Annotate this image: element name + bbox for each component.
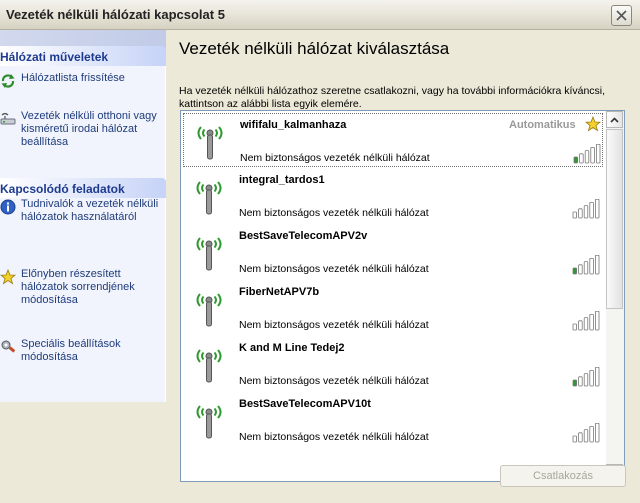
- refresh-icon: [1, 74, 15, 88]
- task-pane: Hálózati műveletek Hálózatlista frissíté…: [0, 30, 166, 402]
- network-item[interactable]: wififalu_kalmanhaza Nem biztonságos vezet…: [183, 113, 603, 167]
- main-content: Vezeték nélküli hálózat kiválasztása Ha …: [166, 30, 640, 503]
- task-group-related: Kapcsolódó feladatok Tudnivalók a vezeté…: [0, 178, 166, 402]
- network-item[interactable]: integral_tardos1 Nem biztonságos vezeték …: [183, 169, 603, 223]
- close-icon: [616, 10, 627, 21]
- task-group-network: Hálózati műveletek Hálózatlista frissíté…: [0, 46, 166, 182]
- vertical-scrollbar[interactable]: [606, 111, 624, 481]
- group-title-related-tasks: Kapcsolódó feladatok: [0, 178, 166, 198]
- close-button[interactable]: [611, 5, 632, 26]
- network-name: K and M Line Tedej2: [239, 342, 345, 354]
- chevron-up-icon: [610, 116, 619, 123]
- settings-icon: [1, 340, 16, 353]
- network-item[interactable]: K and M Line Tedej2 Nem biztonságos vezet…: [183, 337, 603, 391]
- signal-strength-icon: [572, 255, 600, 275]
- signal-strength-icon: [572, 199, 600, 219]
- network-name: BestSaveTelecomAPV2v: [239, 230, 368, 242]
- signal-strength-icon: [573, 144, 601, 164]
- network-list-items: wififalu_kalmanhaza Nem biztonságos vezet…: [181, 111, 605, 481]
- task-label: Vezeték nélküli otthoni vagy kisméretű i…: [21, 110, 157, 148]
- network-name: wififalu_kalmanhaza: [240, 119, 347, 131]
- wireless-network-icon: [196, 405, 222, 439]
- info-icon: [0, 199, 16, 215]
- task-label: Speciális beállítások módosítása: [21, 338, 121, 363]
- signal-strength-icon: [572, 311, 600, 331]
- network-name: BestSaveTelecomAPV10t: [239, 398, 371, 410]
- title-bar[interactable]: Vezeték nélküli hálózati kapcsolat 5: [0, 0, 640, 30]
- wireless-network-icon: [196, 237, 222, 271]
- network-security-status: Nem biztonságos vezeték nélküli hálózat: [239, 431, 429, 443]
- network-item[interactable]: BestSaveTelecomAPV2v Nem biztonságos veze…: [183, 225, 603, 279]
- automatic-badge: Automatikus: [509, 119, 576, 131]
- network-security-status: Nem biztonságos vezeték nélküli hálózat: [240, 152, 430, 164]
- network-item[interactable]: BestSaveTelecomAPV10t Nem biztonságos vez…: [183, 393, 603, 447]
- preferred-star-icon: [585, 116, 601, 132]
- network-security-status: Nem biztonságos vezeték nélküli hálózat: [239, 319, 429, 331]
- wireless-setup-icon: [0, 112, 16, 125]
- instructions-text: Ha vezeték nélküli hálózathoz szeretne c…: [179, 85, 606, 110]
- connect-button[interactable]: Csatlakozás: [500, 465, 626, 487]
- scroll-thumb[interactable]: [606, 129, 623, 309]
- task-label: Hálózatlista frissítése: [21, 72, 125, 84]
- wireless-network-icon: [196, 293, 222, 327]
- network-security-status: Nem biztonságos vezeték nélküli hálózat: [239, 263, 429, 275]
- wireless-network-icon: [196, 181, 222, 215]
- network-item[interactable]: FiberNetAPV7b Nem biztonságos vezeték nél…: [183, 281, 603, 335]
- scroll-up-button[interactable]: [606, 111, 623, 128]
- network-security-status: Nem biztonságos vezeték nélküli hálózat: [239, 207, 429, 219]
- task-pane-footer: [0, 402, 166, 503]
- signal-strength-icon: [572, 367, 600, 387]
- window-title: Vezeték nélküli hálózati kapcsolat 5: [6, 7, 225, 22]
- signal-strength-icon: [572, 423, 600, 443]
- wireless-network-icon: [197, 126, 223, 160]
- task-label: Előnyben részesített hálózatok sorrendjé…: [21, 268, 135, 306]
- network-name: integral_tardos1: [239, 174, 325, 186]
- network-list[interactable]: wififalu_kalmanhaza Nem biztonságos vezet…: [180, 110, 625, 482]
- task-label: Tudnivalók a vezeték nélküli hálózatok h…: [21, 198, 159, 223]
- network-name: FiberNetAPV7b: [239, 286, 320, 298]
- star-icon: [0, 269, 16, 285]
- wireless-network-icon: [196, 349, 222, 383]
- group-title-network-tasks: Hálózati műveletek: [0, 46, 166, 66]
- page-title: Vezeték nélküli hálózat kiválasztása: [179, 39, 450, 58]
- network-security-status: Nem biztonságos vezeték nélküli hálózat: [239, 375, 429, 387]
